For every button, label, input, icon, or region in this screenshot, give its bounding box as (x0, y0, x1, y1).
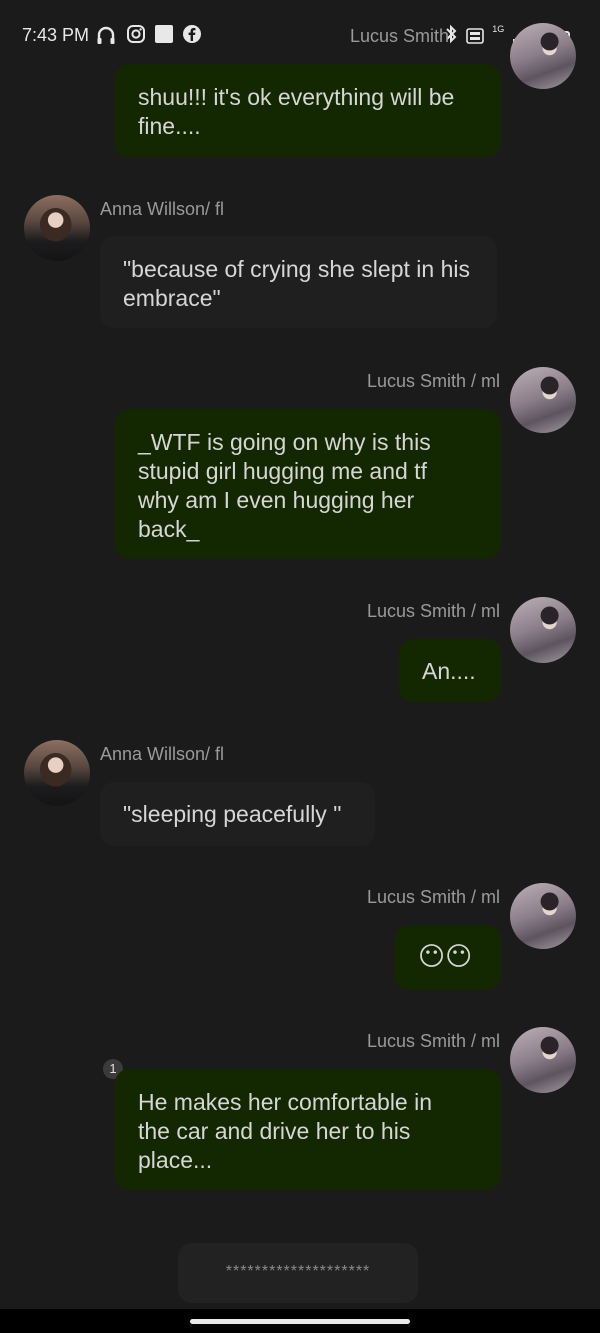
sender-name: Anna Willson/ fl (100, 744, 225, 764)
sender-name: Lucus Smith / ml (366, 371, 500, 391)
message-bubble[interactable]: 😶😶 (395, 925, 501, 990)
sender-name: Lucus Smith / ml (366, 887, 500, 907)
avatar[interactable] (510, 367, 576, 433)
sender-name: Lucus Smith / ml (366, 601, 500, 621)
message-text: He makes her comfortable in the car and … (138, 1089, 433, 1173)
masked-input-text: ******************** (225, 1263, 371, 1280)
message-text: "sleeping peacefully " (123, 801, 342, 827)
message-bubble[interactable]: _WTF is going on why is this stupid girl… (115, 409, 501, 559)
avatar[interactable] (510, 1027, 576, 1093)
avatar[interactable] (510, 23, 576, 89)
facebook-icon (181, 24, 203, 46)
sender-name: Lucus Smith (350, 26, 450, 46)
message-bubble[interactable]: "sleeping peacefully " (100, 782, 375, 846)
home-gesture-handle[interactable] (190, 1319, 410, 1324)
headphones-icon (95, 24, 117, 46)
message-text: _WTF is going on why is this stupid girl… (138, 429, 431, 542)
message-text: shuu!!! it's ok everything will be fine.… (138, 84, 455, 139)
avatar[interactable] (24, 740, 90, 806)
avatar[interactable] (510, 597, 576, 663)
message-text: An.... (422, 658, 476, 684)
message-bubble[interactable]: An.... (399, 639, 501, 702)
navigation-bar (0, 1309, 600, 1333)
status-time: 7:43 PM (22, 25, 90, 45)
volte-icon (466, 28, 485, 47)
message-bubble[interactable]: shuu!!! it's ok everything will be fine.… (115, 64, 501, 157)
sender-name: Anna Willson/ fl (100, 199, 225, 219)
message-bubble[interactable]: He makes her comfortable in the car and … (115, 1069, 501, 1190)
message-text: "because of crying she slept in his embr… (123, 256, 470, 311)
instagram-icon (125, 24, 147, 46)
avatar[interactable] (24, 195, 90, 261)
network-label: 1G (492, 24, 505, 34)
message-bubble[interactable]: "because of crying she slept in his embr… (100, 236, 497, 328)
square-app-icon (153, 24, 175, 46)
sender-name: Lucus Smith / ml (366, 1031, 500, 1051)
message-input[interactable]: ******************** (178, 1243, 418, 1303)
message-text: 😶😶 (418, 941, 473, 971)
avatar[interactable] (510, 883, 576, 949)
